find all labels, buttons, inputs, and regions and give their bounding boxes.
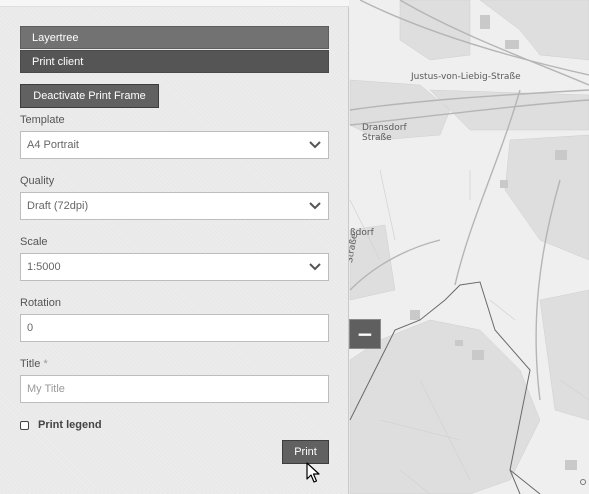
deactivate-print-frame-button[interactable]: Deactivate Print Frame	[20, 84, 159, 108]
print-legend-row[interactable]: Print legend	[20, 418, 102, 432]
required-mark: *	[43, 358, 48, 370]
tab-print-client[interactable]: Print client	[20, 50, 329, 73]
tab-layertree[interactable]: Layertree	[20, 26, 329, 49]
rotation-input[interactable]: 0	[20, 314, 329, 342]
checkbox-icon[interactable]	[20, 420, 29, 430]
scale-select-value: 1:5000	[27, 261, 61, 273]
quality-label: Quality	[20, 175, 55, 187]
chevron-down-icon	[309, 263, 321, 271]
quality-select-value: Draft (72dpi)	[27, 200, 89, 212]
title-label: Title *	[20, 358, 48, 370]
print-legend-label: Print legend	[38, 419, 102, 431]
scale-label: Scale	[20, 236, 48, 248]
chevron-down-icon	[309, 141, 321, 149]
scale-select[interactable]: 1:5000	[20, 253, 329, 281]
map-label-street-2: Straße	[362, 133, 392, 143]
template-select[interactable]: A4 Portrait	[20, 131, 329, 159]
map-label-street: Justus-von-Liebig-Straße	[411, 72, 521, 82]
quality-select[interactable]: Draft (72dpi)	[20, 192, 329, 220]
title-label-text: Title	[20, 358, 41, 370]
mouse-pointer-icon	[306, 462, 320, 483]
panel-top-border	[0, 0, 349, 7]
template-select-value: A4 Portrait	[27, 139, 79, 151]
title-input[interactable]: My Title	[20, 375, 329, 403]
title-input-placeholder: My Title	[27, 383, 65, 395]
map-label-district: Dransdorf	[362, 123, 407, 133]
template-label: Template	[20, 114, 65, 126]
chevron-down-icon	[309, 202, 321, 210]
rotation-label: Rotation	[20, 297, 61, 309]
rotation-input-value: 0	[27, 322, 34, 334]
print-button[interactable]: Print	[282, 440, 329, 464]
side-panel: Layertree Print client Deactivate Print …	[0, 0, 349, 494]
zoom-out-button[interactable]: −	[349, 319, 381, 349]
